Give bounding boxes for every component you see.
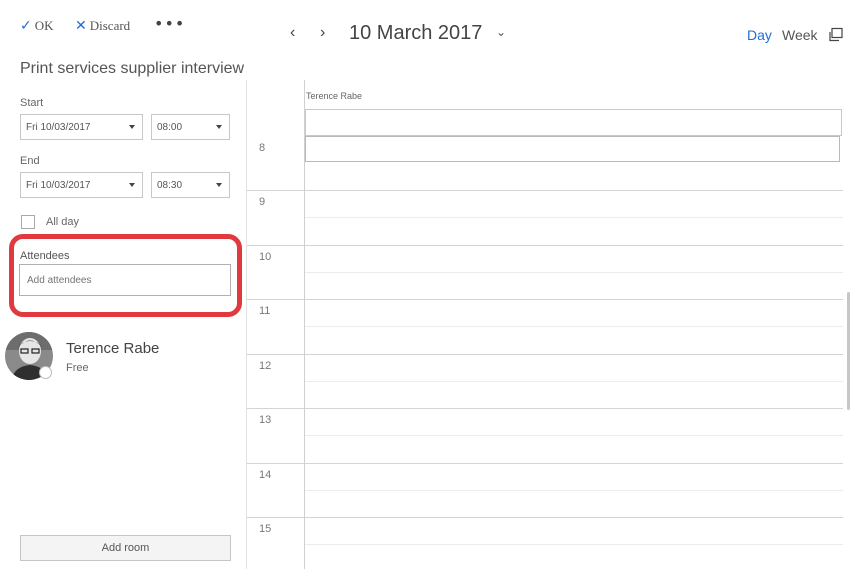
more-options-button[interactable]: ••• — [154, 13, 186, 33]
presence-status-icon — [39, 366, 52, 379]
half-hour-line — [305, 490, 843, 491]
date-title[interactable]: 10 March 2017 — [349, 22, 482, 45]
attendee-status: Free — [66, 362, 89, 374]
chevron-down-icon — [129, 183, 135, 187]
x-icon: ✕ — [75, 18, 87, 34]
attendees-highlight-annotation — [9, 234, 242, 317]
event-block[interactable] — [305, 136, 840, 162]
hour-label: 14 — [259, 469, 272, 481]
more-icon: ••• — [154, 13, 186, 33]
half-hour-line — [305, 217, 843, 218]
hour-line — [247, 408, 843, 409]
ok-button[interactable]: ✓ OK — [20, 17, 54, 35]
end-date-select[interactable]: Fri 10/03/2017 — [20, 172, 143, 198]
ok-button-label: OK — [34, 18, 54, 33]
hour-label: 13 — [259, 414, 272, 426]
attendee-name[interactable]: Terence Rabe — [66, 340, 159, 357]
half-hour-line — [305, 272, 843, 273]
grid-divider — [246, 80, 247, 569]
end-date-value: Fri 10/03/2017 — [26, 179, 91, 191]
add-room-label: Add room — [101, 542, 150, 554]
start-date-select[interactable]: Fri 10/03/2017 — [20, 114, 143, 140]
event-title[interactable]: Print services supplier interview — [20, 60, 247, 78]
time-column-divider — [304, 80, 305, 569]
end-time-select[interactable]: 08:30 — [151, 172, 230, 198]
half-hour-line — [305, 435, 843, 436]
hour-line — [247, 245, 843, 246]
all-day-checkbox[interactable] — [21, 215, 35, 229]
end-label: End — [20, 155, 40, 167]
day-view-button[interactable]: Day — [747, 27, 772, 43]
hour-line — [247, 463, 843, 464]
discard-button[interactable]: ✕ Discard — [75, 17, 130, 35]
event-details-panel: ✓ OK ✕ Discard ••• Print services suppli… — [0, 0, 247, 569]
all-day-row[interactable] — [305, 109, 842, 136]
popout-window-icon[interactable] — [828, 27, 844, 43]
chevron-down-icon — [216, 125, 222, 129]
checkmark-icon: ✓ — [20, 18, 32, 34]
chevron-down-icon — [129, 125, 135, 129]
chevron-down-icon[interactable]: ⌄ — [496, 25, 506, 39]
hour-label: 15 — [259, 523, 272, 535]
column-header: Terence Rabe — [306, 91, 363, 101]
next-day-button[interactable]: › — [320, 24, 325, 42]
hour-label: 10 — [259, 251, 272, 263]
half-hour-line — [305, 326, 843, 327]
previous-day-button[interactable]: ‹ — [290, 24, 295, 42]
end-time-value: 08:30 — [157, 179, 183, 191]
chevron-down-icon — [216, 183, 222, 187]
hour-label: 9 — [259, 196, 266, 208]
hour-label: 12 — [259, 360, 272, 372]
hour-label: 11 — [259, 305, 271, 317]
add-room-button[interactable]: Add room — [20, 535, 231, 561]
hour-label: 8 — [259, 142, 266, 154]
hour-line — [247, 354, 843, 355]
vertical-scrollbar[interactable] — [847, 292, 850, 410]
start-label: Start — [20, 97, 44, 109]
hour-line — [247, 299, 843, 300]
hour-line — [247, 517, 843, 518]
start-time-value: 08:00 — [157, 121, 183, 133]
all-day-label: All day — [46, 216, 80, 228]
start-date-value: Fri 10/03/2017 — [26, 121, 91, 133]
half-hour-line — [305, 381, 843, 382]
discard-button-label: Discard — [89, 18, 131, 33]
half-hour-line — [305, 544, 843, 545]
start-time-select[interactable]: 08:00 — [151, 114, 230, 140]
hour-line — [247, 190, 843, 191]
week-view-button[interactable]: Week — [782, 27, 818, 43]
